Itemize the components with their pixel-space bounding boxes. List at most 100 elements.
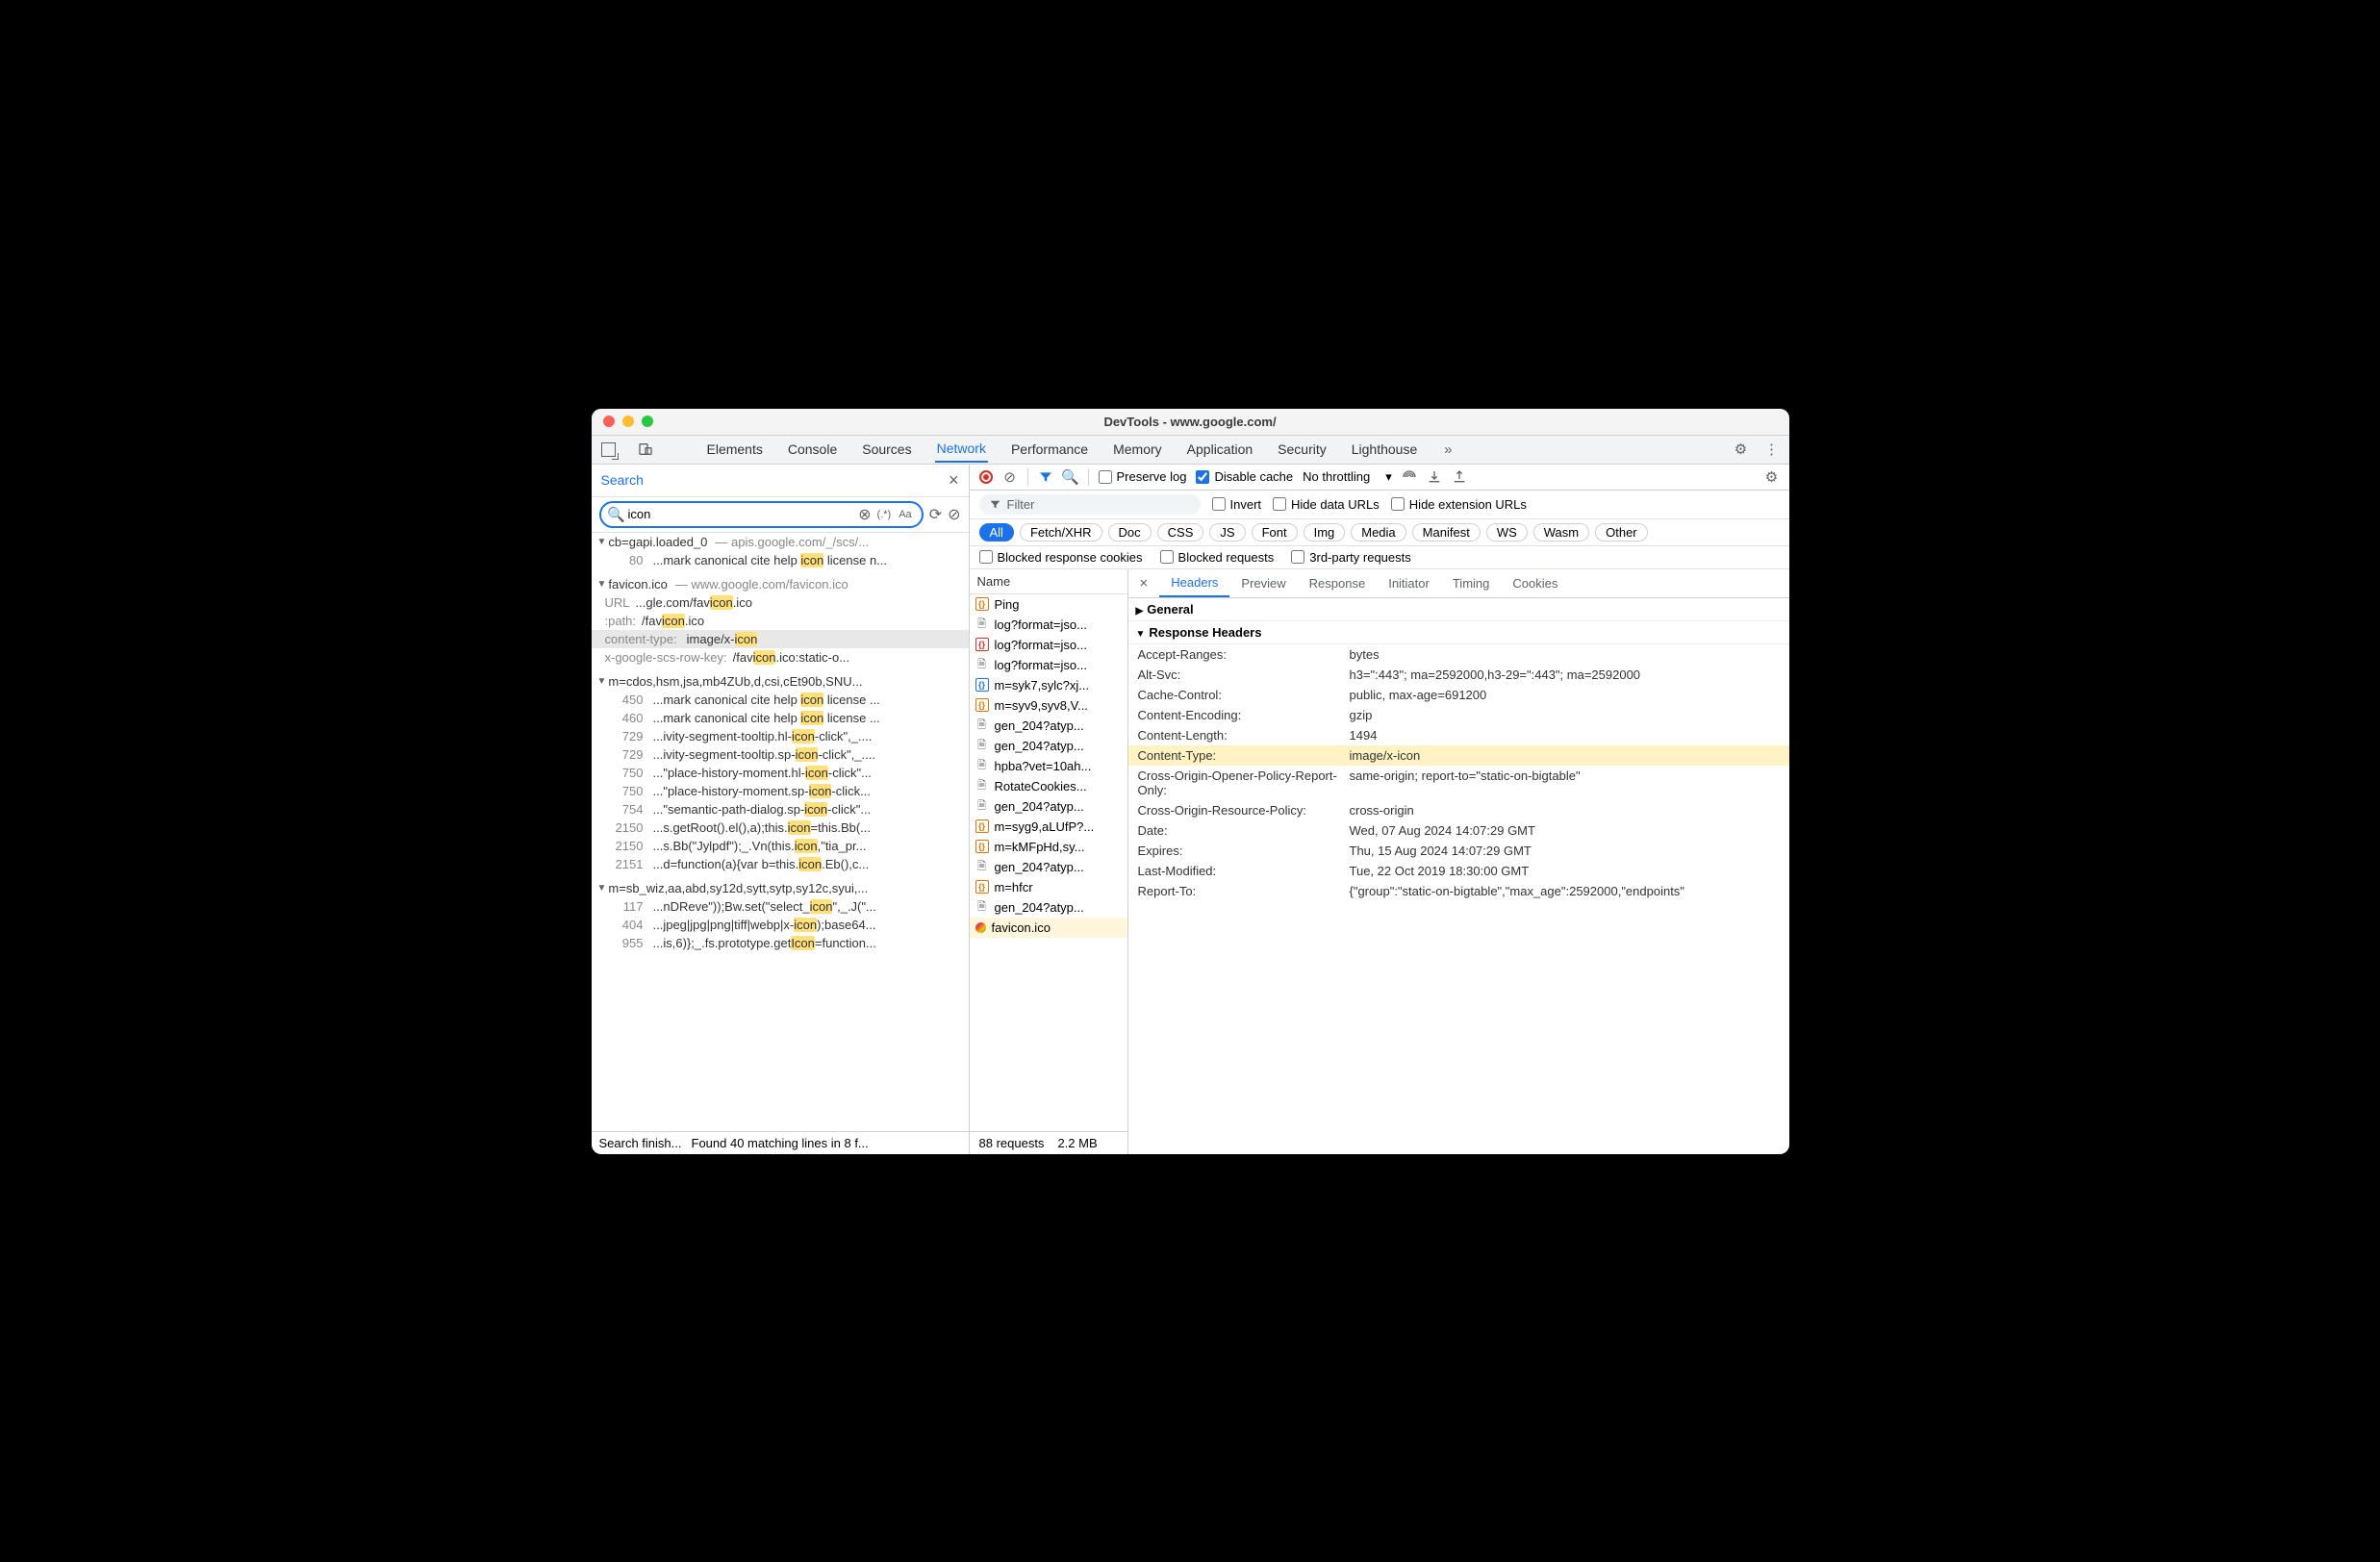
tab-security[interactable]: Security: [1276, 437, 1329, 462]
filter-chip-media[interactable]: Media: [1351, 523, 1405, 542]
search-match-row[interactable]: 754..."semantic-path-dialog.sp-icon-clic…: [592, 800, 969, 819]
hide-extension-urls-checkbox[interactable]: Hide extension URLs: [1391, 497, 1527, 512]
tab-lighthouse[interactable]: Lighthouse: [1350, 437, 1420, 462]
request-row[interactable]: 🗎RotateCookies...: [970, 776, 1127, 796]
filter-input-wrapper[interactable]: Filter: [979, 494, 1201, 515]
filter-chip-wasm[interactable]: Wasm: [1533, 523, 1589, 542]
inspect-element-icon[interactable]: [601, 441, 617, 457]
search-match-row[interactable]: 2150...s.Bb("Jylpdf");_.Vn(this.icon,"ti…: [592, 837, 969, 855]
header-row[interactable]: Cross-Origin-Opener-Policy-Report-Only:s…: [1128, 766, 1789, 800]
header-row[interactable]: Cache-Control:public, max-age=691200: [1128, 685, 1789, 705]
header-row[interactable]: Date:Wed, 07 Aug 2024 14:07:29 GMT: [1128, 820, 1789, 841]
filter-chip-other[interactable]: Other: [1595, 523, 1648, 542]
search-match-row[interactable]: 955...is,6)};_.fs.prototype.getIcon=func…: [592, 934, 969, 952]
blocked-cookies-checkbox[interactable]: Blocked response cookies: [979, 550, 1143, 565]
filter-chip-fetchxhr[interactable]: Fetch/XHR: [1020, 523, 1102, 542]
search-file-row[interactable]: ▼m=sb_wiz,aa,abd,sy12d,sytt,sytp,sy12c,s…: [592, 879, 969, 897]
search-file-row[interactable]: ▼cb=gapi.loaded_0— apis.google.com/_/scs…: [592, 533, 969, 551]
search-input[interactable]: [628, 507, 855, 521]
search-match-row[interactable]: 2151...d=function(a){var b=this.icon.Eb(…: [592, 855, 969, 873]
disable-cache-checkbox[interactable]: Disable cache: [1196, 469, 1293, 484]
filter-chip-manifest[interactable]: Manifest: [1412, 523, 1481, 542]
record-button[interactable]: [979, 470, 993, 484]
clear-results-icon[interactable]: ⊘: [948, 505, 960, 524]
throttling-select[interactable]: No throttling ▾: [1303, 469, 1392, 485]
preserve-log-checkbox[interactable]: Preserve log: [1099, 469, 1187, 484]
detail-tab-headers[interactable]: Headers: [1159, 569, 1229, 597]
request-row[interactable]: 🗎gen_204?atyp...: [970, 897, 1127, 918]
clear-log-icon[interactable]: ⊘: [1002, 469, 1018, 485]
search-match-row[interactable]: 460...mark canonical cite help icon lice…: [592, 709, 969, 727]
search-match-row[interactable]: 2150...s.getRoot().el(),a);this.icon=thi…: [592, 819, 969, 837]
tab-memory[interactable]: Memory: [1111, 437, 1164, 462]
header-row[interactable]: Cross-Origin-Resource-Policy:cross-origi…: [1128, 800, 1789, 820]
header-row[interactable]: Alt-Svc:h3=":443"; ma=2592000,h3-29=":44…: [1128, 665, 1789, 685]
window-maximize-button[interactable]: [642, 416, 653, 427]
header-row[interactable]: Content-Encoding:gzip: [1128, 705, 1789, 725]
search-file-row[interactable]: ▼favicon.ico— www.google.com/favicon.ico: [592, 575, 969, 593]
header-row[interactable]: Accept-Ranges:bytes: [1128, 644, 1789, 665]
search-match-row[interactable]: 404...jpeg|jpg|png|tiff|webp|x-icon);bas…: [592, 916, 969, 934]
detail-tab-preview[interactable]: Preview: [1229, 570, 1297, 596]
search-match-row[interactable]: 750..."place-history-moment.sp-icon-clic…: [592, 782, 969, 800]
refresh-search-icon[interactable]: ⟳: [929, 505, 942, 524]
regex-toggle[interactable]: (.*): [875, 509, 894, 520]
request-row[interactable]: 🗎gen_204?atyp...: [970, 857, 1127, 877]
tab-network[interactable]: Network: [935, 436, 988, 463]
settings-icon[interactable]: ⚙: [1734, 441, 1749, 457]
request-row[interactable]: {}m=syg9,aLUfP?...: [970, 817, 1127, 837]
tab-performance[interactable]: Performance: [1009, 437, 1090, 462]
search-match-row[interactable]: 117...nDReve"));Bw.set("select_icon",_.J…: [592, 897, 969, 916]
request-row[interactable]: 🗎log?format=jso...: [970, 615, 1127, 635]
tab-elements[interactable]: Elements: [705, 437, 765, 462]
window-minimize-button[interactable]: [622, 416, 634, 427]
detail-tab-timing[interactable]: Timing: [1441, 570, 1502, 596]
request-row[interactable]: {}log?format=jso...: [970, 635, 1127, 655]
tab-application[interactable]: Application: [1185, 437, 1255, 462]
search-match-row[interactable]: 80...mark canonical cite help icon licen…: [592, 551, 969, 569]
search-match-row[interactable]: 750..."place-history-moment.hl-icon-clic…: [592, 764, 969, 782]
general-section[interactable]: ▶General: [1128, 598, 1789, 621]
request-row[interactable]: favicon.ico: [970, 918, 1127, 938]
close-detail-icon[interactable]: ×: [1128, 569, 1160, 597]
third-party-checkbox[interactable]: 3rd-party requests: [1291, 550, 1411, 565]
filter-chip-img[interactable]: Img: [1304, 523, 1346, 542]
search-panel-close-icon[interactable]: ×: [949, 470, 959, 491]
import-har-icon[interactable]: [1452, 469, 1467, 485]
search-match-row[interactable]: 450...mark canonical cite help icon lice…: [592, 691, 969, 709]
hide-data-urls-checkbox[interactable]: Hide data URLs: [1273, 497, 1380, 512]
header-row[interactable]: Last-Modified:Tue, 22 Oct 2019 18:30:00 …: [1128, 861, 1789, 881]
device-toolbar-icon[interactable]: [638, 441, 653, 457]
detail-tab-initiator[interactable]: Initiator: [1377, 570, 1441, 596]
filter-chip-js[interactable]: JS: [1209, 523, 1245, 542]
search-match-row[interactable]: x-google-scs-row-key:/favicon.ico:static…: [592, 648, 969, 667]
filter-chip-doc[interactable]: Doc: [1108, 523, 1152, 542]
invert-checkbox[interactable]: Invert: [1212, 497, 1262, 512]
header-row[interactable]: Expires:Thu, 15 Aug 2024 14:07:29 GMT: [1128, 841, 1789, 861]
filter-chip-css[interactable]: CSS: [1157, 523, 1204, 542]
network-conditions-icon[interactable]: [1402, 469, 1417, 485]
request-row[interactable]: {}Ping: [970, 594, 1127, 615]
filter-chip-all[interactable]: All: [979, 523, 1014, 542]
header-row[interactable]: Content-Type:image/x-icon: [1128, 745, 1789, 766]
request-list-header[interactable]: Name: [970, 569, 1127, 594]
filter-icon[interactable]: [1038, 469, 1053, 485]
case-toggle[interactable]: Aa: [897, 509, 913, 520]
search-match-row[interactable]: URL...gle.com/favicon.ico: [592, 593, 969, 612]
response-headers-section[interactable]: ▼Response Headers: [1128, 621, 1789, 644]
search-match-row[interactable]: 729...ivity-segment-tooltip.sp-icon-clic…: [592, 745, 969, 764]
search-match-row[interactable]: content-type:image/x-icon: [592, 630, 969, 648]
network-settings-icon[interactable]: ⚙: [1764, 469, 1780, 485]
window-close-button[interactable]: [603, 416, 615, 427]
search-match-row[interactable]: :path:/favicon.ico: [592, 612, 969, 630]
filter-chip-font[interactable]: Font: [1252, 523, 1298, 542]
search-match-row[interactable]: 729...ivity-segment-tooltip.hl-icon-clic…: [592, 727, 969, 745]
request-row[interactable]: 🗎hpba?vet=10ah...: [970, 756, 1127, 776]
request-row[interactable]: {}m=syv9,syv8,V...: [970, 695, 1127, 716]
request-row[interactable]: 🗎log?format=jso...: [970, 655, 1127, 675]
more-tabs-icon[interactable]: »: [1440, 441, 1456, 457]
request-row[interactable]: {}m=kMFpHd,sy...: [970, 837, 1127, 857]
request-row[interactable]: 🗎gen_204?atyp...: [970, 716, 1127, 736]
filter-chip-ws[interactable]: WS: [1486, 523, 1528, 542]
header-row[interactable]: Content-Length:1494: [1128, 725, 1789, 745]
